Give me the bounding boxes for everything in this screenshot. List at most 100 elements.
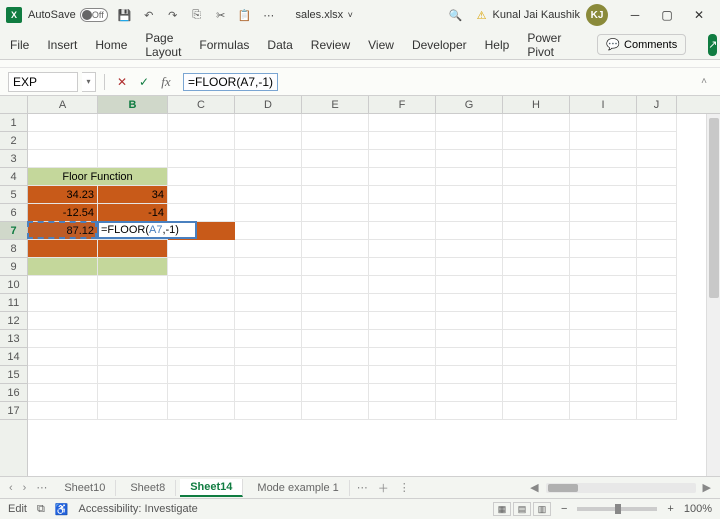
tab-formulas[interactable]: Formulas [199, 34, 249, 56]
cell-merged-header[interactable]: Floor Function [28, 168, 168, 186]
editing-cell-b7[interactable]: =FLOOR(A7,-1) [97, 221, 197, 239]
col-header-j[interactable]: J [637, 96, 677, 113]
view-page-break-icon[interactable]: ▥ [533, 502, 551, 516]
tab-home[interactable]: Home [95, 34, 127, 56]
chevron-down-icon[interactable]: ˅ [345, 10, 353, 20]
cells-area[interactable]: Floor Function 34.2334 -12.54-14 87.12 [28, 114, 720, 476]
cell-b8[interactable] [98, 240, 168, 258]
col-header-i[interactable]: I [570, 96, 637, 113]
tab-help[interactable]: Help [485, 34, 510, 56]
row-header[interactable]: 6 [0, 204, 27, 222]
row-header[interactable]: 16 [0, 384, 27, 402]
save-icon[interactable]: 💾 [116, 6, 134, 24]
row-header[interactable]: 9 [0, 258, 27, 276]
tab-file[interactable]: File [10, 34, 29, 56]
row-header[interactable]: 14 [0, 348, 27, 366]
avatar[interactable]: KJ [586, 4, 608, 26]
col-header-d[interactable]: D [235, 96, 302, 113]
row-header[interactable]: 11 [0, 294, 27, 312]
scrollbar-thumb[interactable] [548, 484, 578, 492]
hscroll-left-icon[interactable]: ◀ [527, 481, 541, 494]
view-normal-icon[interactable]: ▦ [493, 502, 511, 516]
minimize-button[interactable]: ─ [620, 3, 650, 27]
tab-data[interactable]: Data [267, 34, 292, 56]
zoom-out-icon[interactable]: − [561, 503, 567, 515]
row-header[interactable]: 3 [0, 150, 27, 168]
tab-developer[interactable]: Developer [412, 34, 467, 56]
select-all-corner[interactable] [0, 96, 28, 113]
add-sheet-icon[interactable]: ＋ [375, 480, 392, 496]
col-header-g[interactable]: G [436, 96, 503, 113]
tab-view[interactable]: View [368, 34, 394, 56]
row-header[interactable]: 2 [0, 132, 27, 150]
row-header[interactable]: 7 [0, 222, 27, 240]
comments-button[interactable]: 💬 Comments [597, 34, 686, 55]
view-page-layout-icon[interactable]: ▤ [513, 502, 531, 516]
share-button[interactable]: ↗ [708, 34, 717, 56]
row-header[interactable]: 17 [0, 402, 27, 420]
zoom-slider[interactable] [577, 507, 657, 511]
cell-a8[interactable] [28, 240, 98, 258]
name-box[interactable]: EXP [8, 72, 78, 92]
search-icon[interactable]: 🔍 [447, 6, 465, 24]
zoom-level[interactable]: 100% [684, 503, 712, 515]
col-header-e[interactable]: E [302, 96, 369, 113]
stats-icon[interactable]: ⧉ [37, 503, 45, 516]
sheet-tabs-overflow-icon[interactable]: ⋯ [354, 481, 371, 494]
row-header[interactable]: 1 [0, 114, 27, 132]
sheet-tab[interactable]: Mode example 1 [247, 480, 349, 496]
row-header[interactable]: 15 [0, 366, 27, 384]
vertical-scrollbar[interactable] [706, 114, 720, 476]
cell-b9[interactable] [98, 258, 168, 276]
sheet-tab[interactable]: Sheet10 [54, 480, 116, 496]
sheet-tab[interactable]: Sheet8 [120, 480, 176, 496]
row-header[interactable]: 13 [0, 330, 27, 348]
cancel-icon[interactable]: ✕ [113, 73, 131, 91]
cell-a5[interactable]: 34.23 [28, 186, 98, 204]
filename[interactable]: sales.xlsx ˅ [202, 9, 447, 21]
row-header[interactable]: 8 [0, 240, 27, 258]
tab-review[interactable]: Review [311, 34, 350, 56]
tab-power-pivot[interactable]: Power Pivot [527, 27, 561, 63]
sheet-nav-prev-icon[interactable]: ‹ [6, 482, 16, 494]
sheet-tab-active[interactable]: Sheet14 [180, 479, 243, 497]
redo-icon[interactable]: ↷ [164, 6, 182, 24]
autosave-toggle[interactable]: AutoSave Off [28, 8, 108, 22]
autosave-switch[interactable]: Off [80, 8, 108, 22]
name-box-dropdown[interactable]: ▾ [82, 72, 96, 92]
scrollbar-thumb[interactable] [709, 118, 719, 298]
row-header[interactable]: 4 [0, 168, 27, 186]
fx-icon[interactable]: fx [157, 73, 175, 91]
status-bar: Edit ⧉ ♿ Accessibility: Investigate ▦ ▤ … [0, 498, 720, 519]
accept-icon[interactable]: ✓ [135, 73, 153, 91]
cell-a9[interactable] [28, 258, 98, 276]
hscroll-right-icon[interactable]: ▶ [700, 481, 714, 494]
col-header-b[interactable]: B [98, 96, 168, 113]
horizontal-scrollbar[interactable] [546, 483, 696, 493]
undo-icon[interactable]: ↶ [140, 6, 158, 24]
row-header[interactable]: 10 [0, 276, 27, 294]
maximize-button[interactable]: ▢ [652, 3, 682, 27]
formula-expand-icon[interactable]: ˄ [696, 76, 712, 87]
tab-insert[interactable]: Insert [47, 34, 77, 56]
excel-icon: X [6, 7, 22, 23]
zoom-in-icon[interactable]: + [667, 503, 673, 515]
cell-a6[interactable]: -12.54 [28, 204, 98, 222]
close-button[interactable]: ✕ [684, 3, 714, 27]
sheet-tab-divider-icon[interactable]: ⋮ [396, 481, 413, 494]
user-account[interactable]: ⚠ Kunal Jai Kaushik KJ [477, 4, 608, 26]
accessibility-status[interactable]: Accessibility: Investigate [79, 503, 198, 515]
sheet-nav-next-icon[interactable]: › [20, 482, 30, 494]
col-header-c[interactable]: C [168, 96, 235, 113]
accessibility-icon[interactable]: ♿ [55, 503, 69, 516]
row-header[interactable]: 5 [0, 186, 27, 204]
col-header-f[interactable]: F [369, 96, 436, 113]
tab-page-layout[interactable]: Page Layout [145, 27, 181, 63]
cell-b6[interactable]: -14 [98, 204, 168, 222]
cell-b5[interactable]: 34 [98, 186, 168, 204]
sheet-nav-overflow-icon[interactable]: ⋯ [33, 481, 50, 494]
formula-input[interactable]: =FLOOR(A7,-1) [179, 72, 692, 92]
col-header-a[interactable]: A [28, 96, 98, 113]
row-header[interactable]: 12 [0, 312, 27, 330]
col-header-h[interactable]: H [503, 96, 570, 113]
